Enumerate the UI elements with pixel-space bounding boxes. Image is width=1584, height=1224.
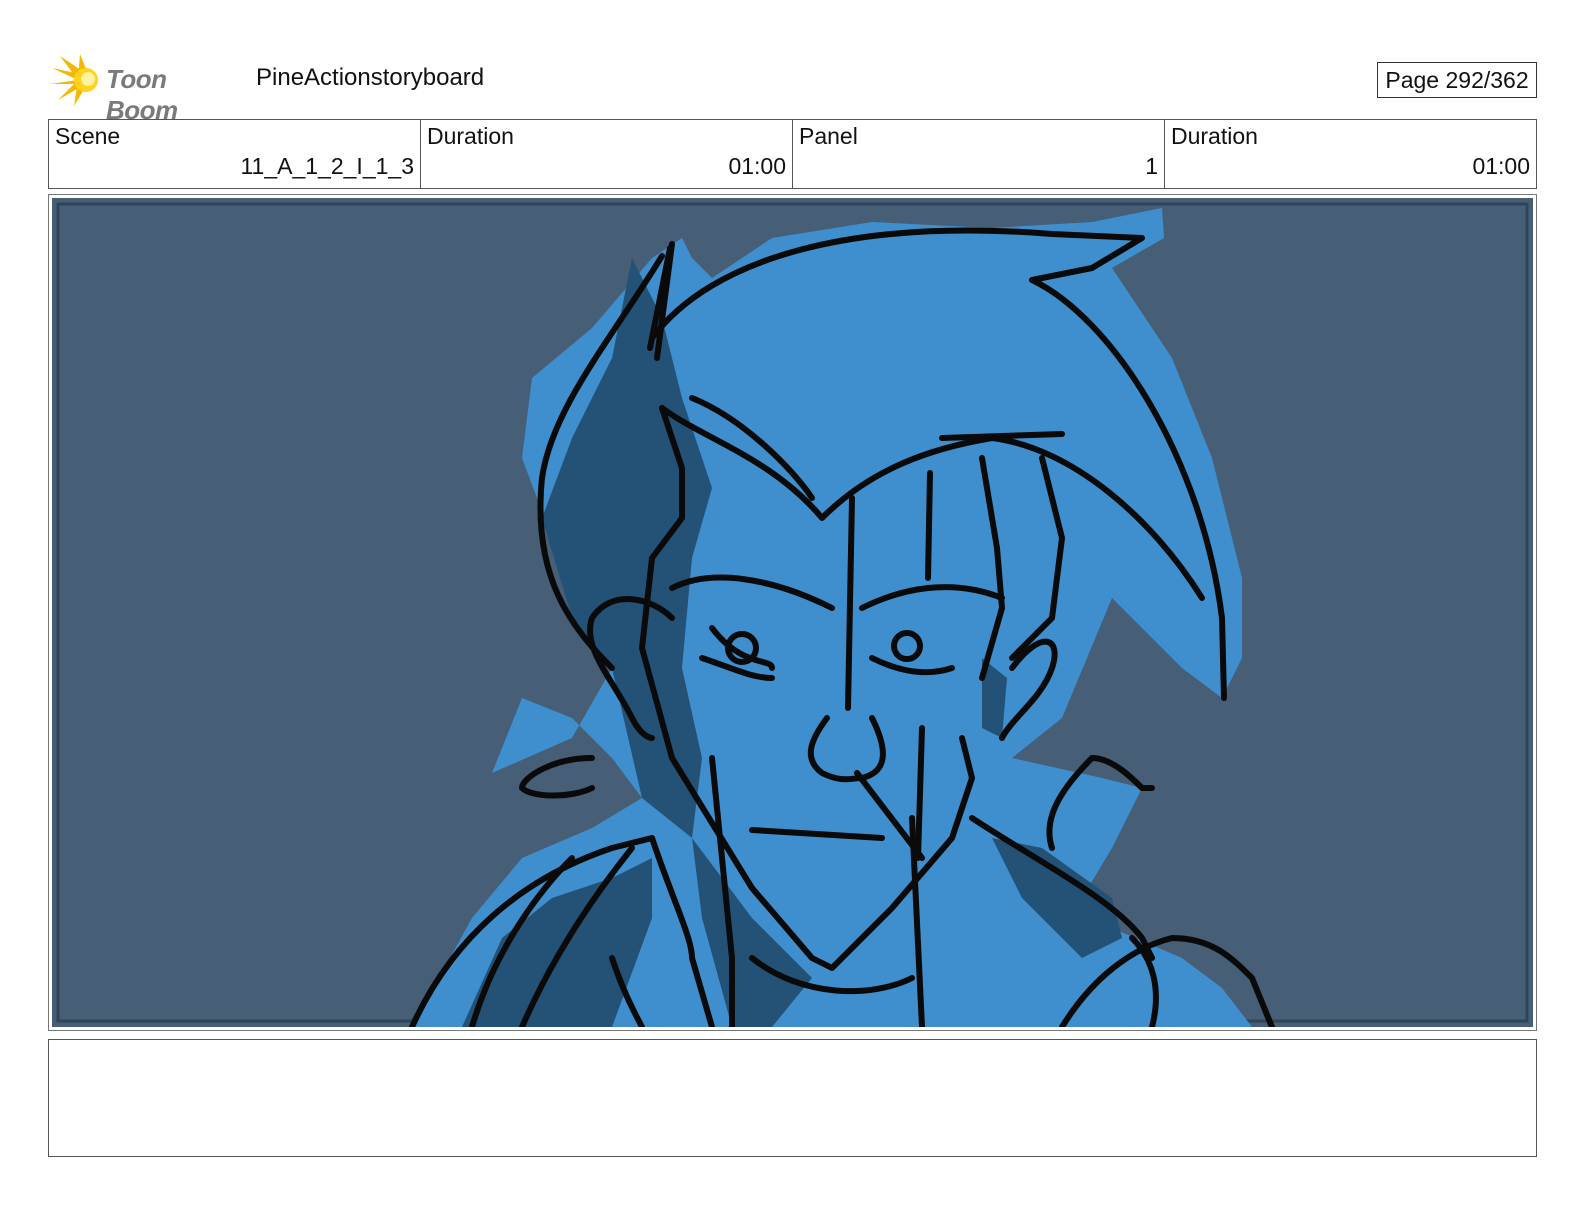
page-indicator: Page 292/362 — [1377, 62, 1537, 98]
panel-label: Panel — [799, 123, 858, 149]
panel-cell: Panel 1 — [793, 120, 1165, 188]
storyboard-panel-image — [52, 198, 1533, 1027]
logo-wordmark: Toon Boom — [106, 64, 178, 125]
scene-label: Scene — [55, 123, 121, 149]
character-sketch — [52, 198, 1533, 1027]
scene-value: 11_A_1_2_I_1_3 — [240, 153, 414, 179]
panel-duration-cell: Duration 01:00 — [1165, 120, 1536, 188]
scene-duration-label: Duration — [427, 123, 514, 149]
scene-cell: Scene 11_A_1_2_I_1_3 — [49, 120, 421, 188]
starburst-icon — [50, 54, 98, 106]
scene-info-table: Scene 11_A_1_2_I_1_3 Duration 01:00 Pane… — [48, 119, 1537, 189]
project-title: PineActionstoryboard — [256, 64, 485, 91]
panel-value: 1 — [1145, 153, 1158, 179]
storyboard-panel-frame — [48, 194, 1537, 1031]
scene-duration-cell: Duration 01:00 — [421, 120, 793, 188]
panel-duration-value: 01:00 — [1472, 153, 1530, 179]
panel-duration-label: Duration — [1171, 123, 1258, 149]
scene-duration-value: 01:00 — [728, 153, 786, 179]
panel-notes-box — [48, 1039, 1537, 1157]
toon-boom-logo: Toon Boom — [50, 54, 240, 125]
